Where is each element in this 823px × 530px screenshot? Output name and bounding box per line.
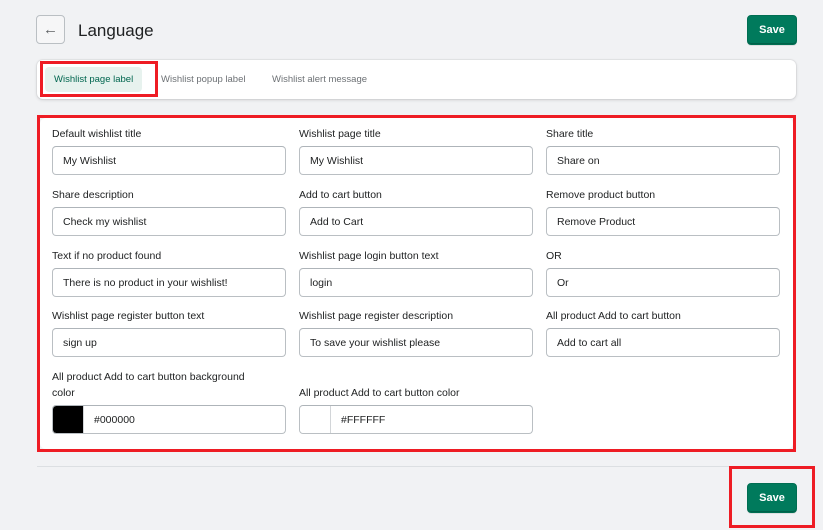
bg-color-label-line1: All product Add to cart button backgroun… xyxy=(52,371,245,383)
add-to-cart-button-label: Add to cart button xyxy=(299,189,382,201)
tab-wishlist-alert-message[interactable]: Wishlist alert message xyxy=(263,67,376,92)
remove-product-button-input[interactable]: Remove Product xyxy=(546,207,780,236)
share-title-input[interactable]: Share on xyxy=(546,146,780,175)
or-text-label: OR xyxy=(546,250,562,262)
or-text-input[interactable]: Or xyxy=(546,268,780,297)
bg-color-input[interactable]: #000000 xyxy=(52,405,286,434)
remove-product-button-label: Remove product button xyxy=(546,189,656,201)
all-add-to-cart-button-label: All product Add to cart button xyxy=(546,310,681,322)
register-button-text-label: Wishlist page register button text xyxy=(52,310,205,322)
register-description-input[interactable]: To save your wishlist please xyxy=(299,328,533,357)
register-description-label: Wishlist page register description xyxy=(299,310,454,322)
add-to-cart-button-input[interactable]: Add to Cart xyxy=(299,207,533,236)
wishlist-page-title-label: Wishlist page title xyxy=(299,128,381,140)
save-button-bottom[interactable]: Save xyxy=(747,483,797,513)
all-add-to-cart-button-input[interactable]: Add to cart all xyxy=(546,328,780,357)
share-description-label: Share description xyxy=(52,189,134,201)
wishlist-page-title-input[interactable]: My Wishlist xyxy=(299,146,533,175)
share-title-label: Share title xyxy=(546,128,594,140)
tab-wishlist-page-label[interactable]: Wishlist page label xyxy=(45,67,143,92)
footer-divider xyxy=(37,466,796,467)
text-color-input[interactable]: #FFFFFF xyxy=(299,405,533,434)
text-color-label: All product Add to cart button color xyxy=(299,387,460,399)
tabs-bar: Wishlist page label Wishlist popup label… xyxy=(37,60,796,99)
bg-color-value: #000000 xyxy=(94,413,135,426)
save-button-top[interactable]: Save xyxy=(747,15,797,45)
color-swatch-white[interactable] xyxy=(300,406,331,433)
login-button-text-label: Wishlist page login button text xyxy=(299,250,439,262)
default-wishlist-title-input[interactable]: My Wishlist xyxy=(52,146,286,175)
register-button-text-input[interactable]: sign up xyxy=(52,328,286,357)
bg-color-label-line2: color xyxy=(52,387,75,399)
color-swatch-black[interactable] xyxy=(53,406,84,433)
default-wishlist-title-label: Default wishlist title xyxy=(52,128,142,140)
text-color-value: #FFFFFF xyxy=(341,413,386,426)
text-no-product-label: Text if no product found xyxy=(52,250,162,262)
language-form: Default wishlist title My Wishlist Wishl… xyxy=(40,118,793,449)
back-button[interactable]: ← xyxy=(36,15,65,44)
page-title: Language xyxy=(78,21,154,40)
arrow-left-icon: ← xyxy=(43,21,58,38)
login-button-text-input[interactable]: login xyxy=(299,268,533,297)
text-no-product-input[interactable]: There is no product in your wishlist! xyxy=(52,268,286,297)
share-description-input[interactable]: Check my wishlist xyxy=(52,207,286,236)
tab-wishlist-popup-label[interactable]: Wishlist popup label xyxy=(152,67,255,92)
